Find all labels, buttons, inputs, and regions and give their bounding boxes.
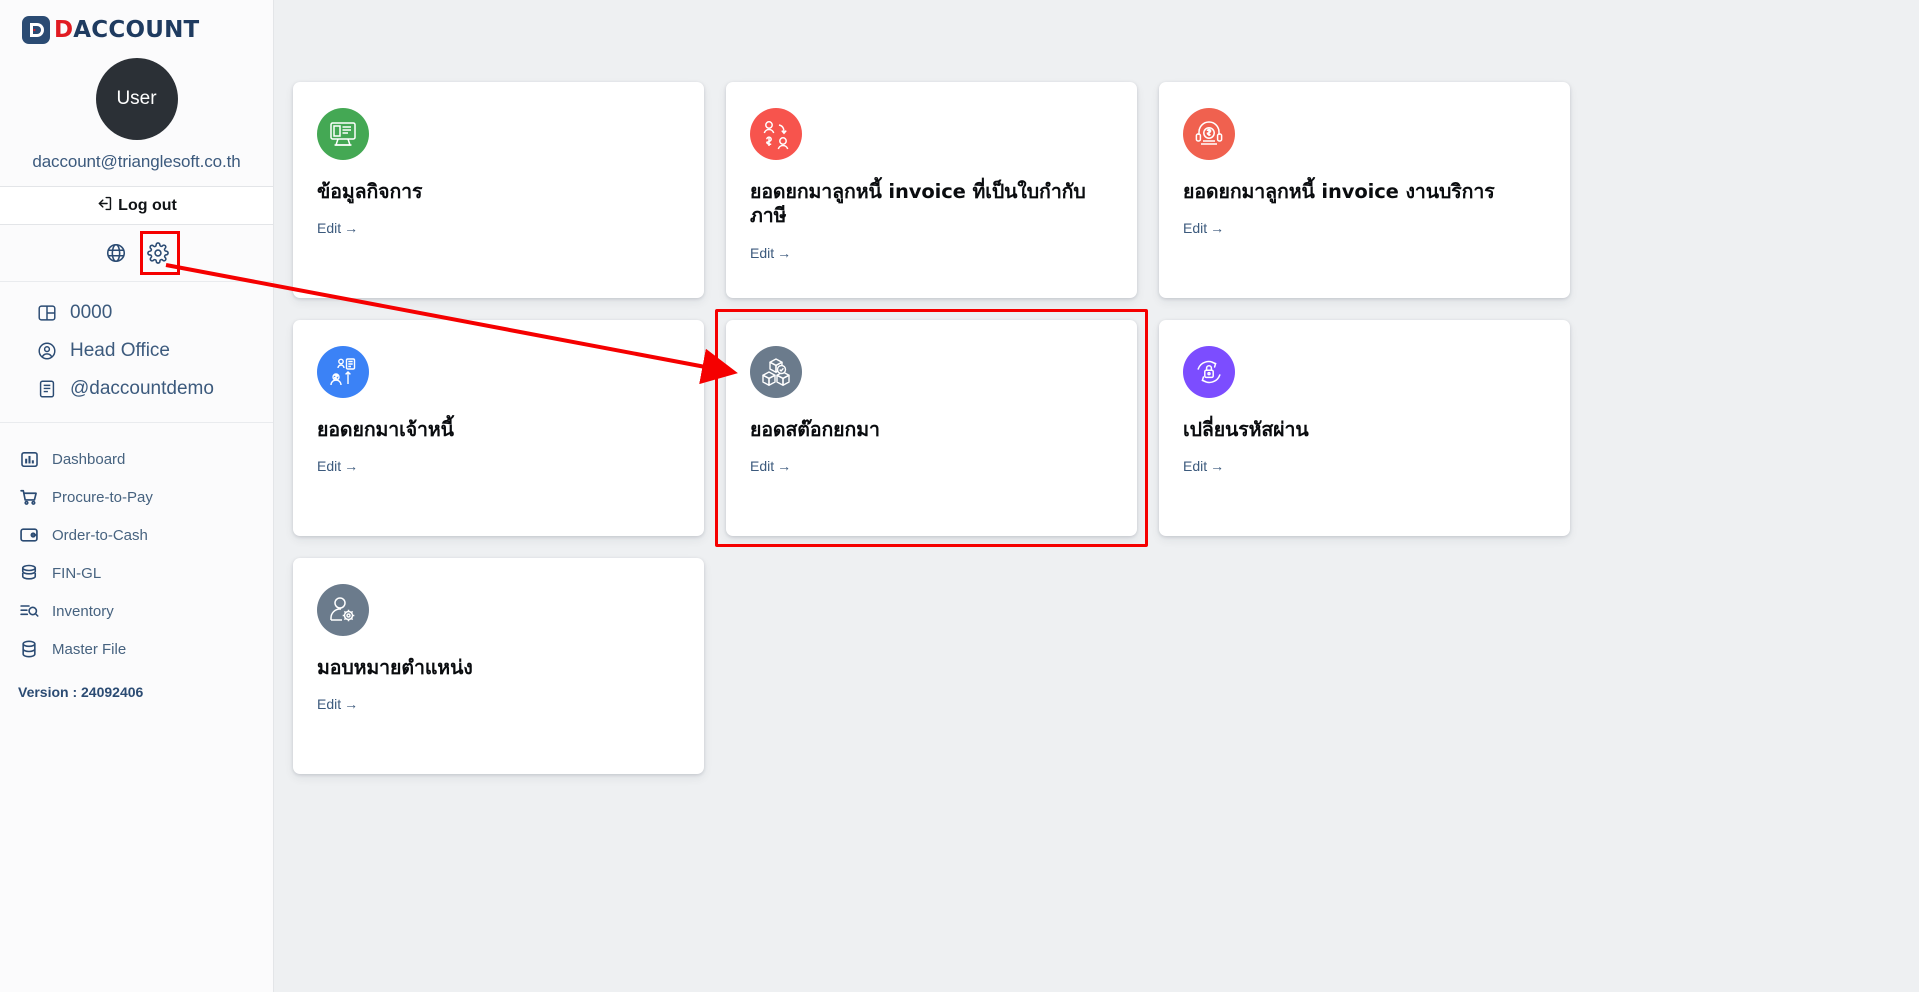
card-edit-label: Edit [317, 696, 342, 713]
receivable-transfer-icon [763, 121, 789, 150]
main-content: ข้อมูลกิจการ Edit → ยอดยกมาลูกหนี้ invoi… [274, 0, 1919, 992]
main-navigation: Dashboard Procure-to-Pay Order-to-Cash F… [0, 423, 273, 668]
bar-chart-icon [18, 450, 40, 469]
company-panel-icon [36, 302, 58, 324]
wallet-icon [18, 525, 40, 545]
organization-list: 0000 Head Office @daccountdemo [0, 281, 273, 422]
card-payable-opening[interactable]: ยอดยกมาเจ้าหนี้ Edit → [293, 320, 704, 536]
org-item-head-office[interactable]: Head Office [0, 332, 273, 370]
sidebar-item-label: Order-to-Cash [52, 526, 148, 544]
avatar[interactable]: User [95, 58, 178, 140]
card-title: ยอดยกมาลูกหนี้ invoice ที่เป็นใบกำกับภาษ… [750, 180, 1086, 228]
sidebar-item-dashboard[interactable]: Dashboard [0, 441, 273, 478]
user-circle-icon [36, 340, 58, 362]
card-edit-link[interactable]: Edit → [1183, 220, 1224, 236]
sidebar-item-label: Procure-to-Pay [52, 488, 153, 506]
org-item-label: Head Office [70, 340, 170, 361]
card-title: มอบหมายตำแหน่ง [317, 656, 473, 679]
org-item-company-code[interactable]: 0000 [0, 294, 273, 332]
card-edit-link[interactable]: Edit → [317, 458, 358, 474]
card-assign-role[interactable]: มอบหมายตำแหน่ง Edit → [293, 558, 704, 774]
card-icon-wrap [1183, 346, 1235, 398]
card-edit-label: Edit [1183, 220, 1208, 237]
arrow-right-icon: → [344, 220, 359, 237]
user-email: daccount@trianglesoft.co.th [32, 152, 241, 171]
card-edit-label: Edit [750, 244, 775, 261]
coins-stack-icon [18, 563, 40, 583]
card-stock-yokma[interactable]: ยอดสต๊อกยกมา Edit → [715, 309, 1148, 547]
user-profile-block: User daccount@trianglesoft.co.th [0, 46, 273, 172]
assign-role-icon [330, 597, 355, 622]
quick-actions-row [0, 225, 273, 281]
arrow-right-icon: → [777, 458, 792, 475]
card-icon-wrap [1183, 108, 1235, 160]
card-edit-link[interactable]: Edit → [750, 458, 791, 474]
logout-label: Log out [118, 196, 177, 214]
card-icon-wrap [317, 346, 369, 398]
card-title: ยอดยกมาเจ้าหนี้ [317, 418, 454, 441]
gear-icon[interactable] [146, 242, 169, 264]
logout-icon [96, 195, 113, 217]
card-edit-label: Edit [1183, 458, 1208, 475]
card-icon-wrap [317, 584, 369, 636]
sidebar-item-inventory[interactable]: Inventory [0, 592, 273, 630]
card-edit-link[interactable]: Edit → [1183, 458, 1224, 474]
card-title: ยอดสต๊อกยกมา [750, 418, 880, 441]
card-business-info[interactable]: ข้อมูลกิจการ Edit → [293, 82, 704, 298]
card-edit-link[interactable]: Edit → [317, 220, 358, 236]
list-search-icon [18, 601, 40, 621]
org-item-tenant[interactable]: @daccountdemo [0, 370, 273, 408]
logout-button[interactable]: Log out [0, 186, 273, 225]
sidebar-item-label: Master File [52, 640, 127, 658]
sidebar-item-fin-gl[interactable]: FIN-GL [0, 554, 273, 592]
card-receivable-invoice-service[interactable]: ยอดยกมาลูกหนี้ invoice งานบริการ Edit → [1159, 82, 1570, 298]
logo-word-rest: ACCOUNT [73, 17, 200, 43]
card-title: ข้อมูลกิจการ [317, 180, 423, 203]
document-icon [36, 378, 58, 400]
card-edit-link[interactable]: Edit → [750, 245, 791, 261]
logo-d-mark-icon [22, 16, 50, 44]
org-item-label: @daccountdemo [70, 378, 214, 399]
globe-icon[interactable] [105, 242, 127, 264]
arrow-right-icon: → [1210, 458, 1225, 475]
logo-letter-d: D [54, 17, 74, 43]
sidebar-item-procure-to-pay[interactable]: Procure-to-Pay [0, 478, 273, 516]
arrow-right-icon: → [344, 458, 359, 475]
sidebar-item-order-to-cash[interactable]: Order-to-Cash [0, 516, 273, 554]
card-title: ยอดยกมาลูกหนี้ invoice งานบริการ [1183, 180, 1495, 203]
card-change-password[interactable]: เปลี่ยนรหัสผ่าน Edit → [1159, 320, 1570, 536]
card-edit-label: Edit [750, 458, 775, 475]
avatar-label: User [116, 88, 157, 109]
card-title: เปลี่ยนรหัสผ่าน [1183, 418, 1309, 441]
stock-boxes-icon [762, 358, 790, 386]
payable-transfer-icon [330, 358, 356, 386]
card-edit-link[interactable]: Edit → [317, 696, 358, 712]
shopping-cart-icon [18, 487, 40, 507]
sidebar-item-master-file[interactable]: Master File [0, 630, 273, 668]
card-icon-wrap [750, 346, 802, 398]
card-icon-wrap [317, 108, 369, 160]
arrow-right-icon: → [1210, 220, 1225, 237]
change-password-lock-icon [1197, 360, 1221, 384]
settings-card-grid: ข้อมูลกิจการ Edit → ยอดยกมาลูกหนี้ invoi… [293, 82, 1570, 774]
sidebar-item-label: FIN-GL [52, 564, 102, 582]
card-receivable-invoice-tax[interactable]: ยอดยกมาลูกหนี้ invoice ที่เป็นใบกำกับภาษ… [726, 82, 1137, 298]
app-logo[interactable]: DACCOUNT [0, 0, 273, 46]
sidebar: DACCOUNT User daccount@trianglesoft.co.t… [0, 0, 274, 992]
business-info-monitor-icon [330, 122, 356, 146]
sidebar-item-label: Inventory [52, 602, 114, 620]
card-edit-label: Edit [317, 220, 342, 237]
arrow-right-icon: → [344, 696, 359, 713]
logo-wordmark: DACCOUNT [54, 17, 199, 43]
org-item-label: 0000 [70, 302, 113, 323]
arrow-right-icon: → [777, 244, 792, 261]
app-root: DACCOUNT User daccount@trianglesoft.co.t… [0, 0, 1919, 992]
service-receivable-icon [1195, 121, 1223, 145]
card-icon-wrap [750, 108, 802, 160]
version-label: Version : 24092406 [18, 684, 144, 700]
sidebar-item-label: Dashboard [52, 451, 126, 468]
card-edit-label: Edit [317, 458, 342, 475]
database-icon [18, 639, 40, 659]
